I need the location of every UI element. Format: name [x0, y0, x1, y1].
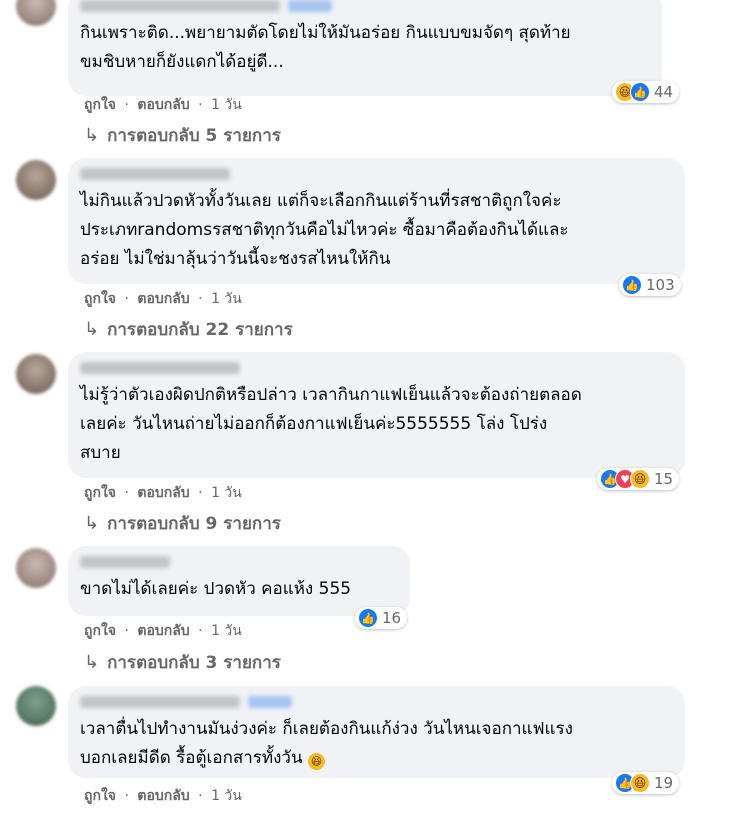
comment-time[interactable]: 1 วัน	[211, 291, 242, 307]
avatar[interactable]	[16, 0, 56, 26]
reaction-count: 103	[646, 276, 675, 294]
commenter-name[interactable]	[80, 696, 673, 708]
comment-actions: ถูกใจ · ตอบกลับ · 1 วัน	[84, 623, 242, 639]
like-button[interactable]: ถูกใจ	[84, 623, 116, 639]
reply-button[interactable]: ตอบกลับ	[137, 291, 189, 307]
comment-text: กินเพราะติด...พยายามตัดโดยไม่ให้มันอร่อย…	[80, 23, 571, 72]
comment-bubble: ขาดไม่ได้เลยค่ะ ปวดหัว คอแห้ง 555	[68, 546, 410, 616]
reply-arrow-icon: ↳	[84, 513, 100, 534]
reaction-summary[interactable]: 👍 103	[619, 274, 681, 296]
comment-time[interactable]: 1 วัน	[211, 485, 242, 501]
reaction-summary[interactable]: 👍 16	[355, 607, 408, 629]
view-replies-link[interactable]: ↳ การตอบกลับ 9 รายการ	[84, 510, 281, 537]
like-button[interactable]: ถูกใจ	[84, 788, 116, 804]
comment-bubble: กินเพราะติด...พยายามตัดโดยไม่ให้มันอร่อย…	[68, 0, 662, 96]
comment-time[interactable]: 1 วัน	[211, 97, 242, 113]
reply-button[interactable]: ตอบกลับ	[137, 788, 189, 804]
avatar[interactable]	[16, 686, 56, 726]
comment-bubble: ไม่รู้ว่าตัวเองผิดปกติหรือปล่าว เวลากินก…	[68, 352, 685, 478]
reaction-count: 16	[382, 609, 402, 627]
comment-text-content: เวลาตื่นไปทำงานมันง่วงค่ะ ก็เลยต้องกินแก…	[80, 719, 573, 768]
like-button[interactable]: ถูกใจ	[84, 485, 116, 501]
like-button[interactable]: ถูกใจ	[84, 291, 116, 307]
avatar[interactable]	[16, 354, 56, 394]
comment-time[interactable]: 1 วัน	[211, 623, 242, 639]
comment-time[interactable]: 1 วัน	[211, 788, 242, 804]
comment-text: ไม่กินแล้วปวดหัวทั้งวันเลย แต่ก็จะเลือกก…	[80, 191, 569, 269]
view-replies-link[interactable]: ↳ การตอบกลับ 22 รายการ	[84, 316, 293, 343]
haha-icon: 😆	[630, 469, 650, 489]
commenter-name[interactable]	[80, 0, 650, 12]
reaction-summary[interactable]: 👍 ♥ 😆 15	[597, 468, 680, 490]
reaction-count: 15	[654, 470, 674, 488]
comment-bubble: ไม่กินแล้วปวดหัวทั้งวันเลย แต่ก็จะเลือกก…	[68, 158, 685, 284]
reply-button[interactable]: ตอบกลับ	[137, 97, 189, 113]
reply-button[interactable]: ตอบกลับ	[137, 623, 189, 639]
reply-arrow-icon: ↳	[84, 319, 100, 340]
reaction-count: 19	[654, 774, 674, 792]
reaction-summary[interactable]: 😆 👍 44	[612, 81, 680, 103]
comment-actions: ถูกใจ · ตอบกลับ · 1 วัน	[84, 788, 242, 804]
replies-label: การตอบกลับ 9 รายการ	[107, 514, 281, 534]
replies-label: การตอบกลับ 5 รายการ	[107, 126, 281, 146]
comment-text: ไม่รู้ว่าตัวเองผิดปกติหรือปล่าว เวลากินก…	[80, 385, 582, 463]
like-button[interactable]: ถูกใจ	[84, 97, 116, 113]
comment-bubble: เวลาตื่นไปทำงานมันง่วงค่ะ ก็เลยต้องกินแก…	[68, 686, 685, 778]
comment-actions: ถูกใจ · ตอบกลับ · 1 วัน	[84, 485, 242, 501]
like-icon: 👍	[622, 275, 642, 295]
comment-actions: ถูกใจ · ตอบกลับ · 1 วัน	[84, 97, 242, 113]
commenter-name[interactable]	[80, 168, 673, 180]
reply-arrow-icon: ↳	[84, 652, 100, 673]
comment-text: เวลาตื่นไปทำงานมันง่วงค่ะ ก็เลยต้องกินแก…	[80, 715, 673, 773]
avatar[interactable]	[16, 548, 56, 588]
avatar[interactable]	[16, 160, 56, 200]
like-icon: 👍	[630, 82, 650, 102]
reply-arrow-icon: ↳	[84, 125, 100, 146]
replies-label: การตอบกลับ 22 รายการ	[107, 320, 293, 340]
commenter-name[interactable]	[80, 556, 398, 568]
haha-icon: 😆	[630, 773, 650, 793]
like-icon: 👍	[358, 608, 378, 628]
comment-actions: ถูกใจ · ตอบกลับ · 1 วัน	[84, 291, 242, 307]
reply-button[interactable]: ตอบกลับ	[137, 485, 189, 501]
commenter-name[interactable]	[80, 362, 673, 374]
reaction-summary[interactable]: 👍 😆 19	[612, 772, 680, 794]
view-replies-link[interactable]: ↳ การตอบกลับ 5 รายการ	[84, 122, 281, 149]
reaction-count: 44	[654, 83, 674, 101]
comment-text: ขาดไม่ได้เลยค่ะ ปวดหัว คอแห้ง 555	[80, 579, 352, 599]
replies-label: การตอบกลับ 3 รายการ	[107, 653, 281, 673]
laughing-emoji-icon: 😆	[308, 753, 325, 770]
view-replies-link[interactable]: ↳ การตอบกลับ 3 รายการ	[84, 649, 281, 676]
